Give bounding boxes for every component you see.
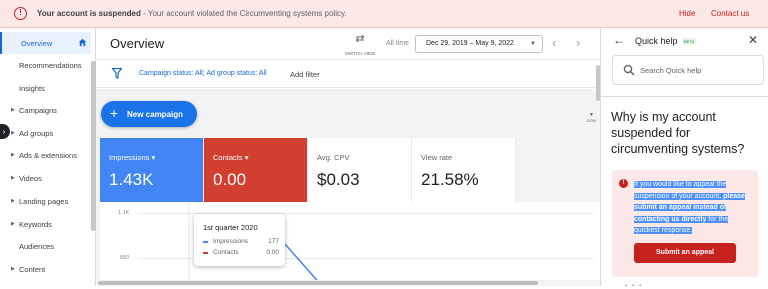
expand-arrow-icon: ▶ xyxy=(11,130,15,136)
close-icon[interactable]: ✕ xyxy=(748,33,758,47)
sidebar-item-campaigns[interactable]: ▶ Campaigns xyxy=(0,99,91,121)
metric-value: $0.03 xyxy=(317,170,360,189)
switch-view-button[interactable]: ⇄ SWITCH VIEW xyxy=(340,33,380,56)
expand-arrow-icon: ▶ xyxy=(11,198,15,204)
date-preset-label: All time xyxy=(386,40,409,47)
expand-arrow-icon: ▶ xyxy=(11,175,15,181)
banner-title: Your account is suspended xyxy=(37,9,141,18)
sidebar-item-overview[interactable]: Overview xyxy=(0,32,91,54)
sidebar-item-label: Videos xyxy=(19,173,42,183)
sidebar-item-label: Ads & extensions xyxy=(19,150,77,160)
expand-arrow-icon: ▶ xyxy=(11,266,15,272)
add-filter-button[interactable]: Add filter xyxy=(290,70,320,79)
metric-card-view-rate[interactable]: View rate 21.58% xyxy=(412,138,516,202)
dropdown-arrow-icon: ▼ xyxy=(530,41,536,47)
chart-tooltip: 1st quarter 2020 Impressions 177 Contact… xyxy=(194,214,285,266)
banner-detail: - Your account violated the Circumventin… xyxy=(140,9,347,18)
alert-icon: ! xyxy=(14,7,27,20)
filter-bar: Campaign status: All; Ad group status: A… xyxy=(96,60,600,88)
status-filter-text[interactable]: Campaign status: All; Ad group status: A… xyxy=(139,70,267,77)
metric-value: 21.58% xyxy=(421,170,479,189)
tooltip-title: 1st quarter 2020 xyxy=(203,223,258,232)
collapsed-action-label: DON xyxy=(587,118,596,123)
sidebar-item-landing-pages[interactable]: ▶ Landing pages xyxy=(0,190,91,212)
appeal-notice-text: If you would like to appeal the suspensi… xyxy=(634,179,750,237)
appeal-notice: ! If you would like to appeal the suspen… xyxy=(612,170,758,277)
header-bar: Overview ⇄ SWITCH VIEW All time Dec 29, … xyxy=(96,28,600,60)
hide-link[interactable]: Hide xyxy=(679,9,695,18)
page-title: Overview xyxy=(110,36,165,51)
help-article-title: Why is my account suspended for circumve… xyxy=(611,110,745,156)
sidebar-item-audiences[interactable]: Audiences xyxy=(0,235,91,257)
legend-swatch xyxy=(203,241,208,243)
back-arrow-icon[interactable]: ← xyxy=(613,33,625,47)
chart-plot xyxy=(188,202,323,286)
expand-arrow-icon: ▶ xyxy=(11,221,15,227)
horizontal-scrollbar[interactable] xyxy=(96,280,600,286)
contact-us-link[interactable]: Contact us xyxy=(711,9,749,18)
metric-name: Contacts ▾ xyxy=(213,153,249,162)
sidebar-item-label: Landing pages xyxy=(19,196,69,206)
suspension-banner: ! Your account is suspended - Your accou… xyxy=(0,0,768,28)
main-content: Overview ⇄ SWITCH VIEW All time Dec 29, … xyxy=(96,28,600,286)
new-campaign-label: New campaign xyxy=(127,110,184,119)
more-content-indicator: • • • xyxy=(625,283,644,289)
sidebar-item-label: Ad groups xyxy=(19,128,54,138)
sidebar-item-label: Overview xyxy=(21,38,53,48)
performance-chart: 1.1K 550 xyxy=(100,202,600,286)
legend-swatch xyxy=(203,252,208,254)
metric-card-contacts[interactable]: Contacts ▾ 0.00 xyxy=(204,138,308,202)
expand-arrow-icon: ▶ xyxy=(11,152,15,158)
collapsed-action[interactable]: ▼ DON xyxy=(587,112,596,123)
swap-arrows-icon: ⇄ xyxy=(355,33,365,45)
tooltip-series-value: 177 xyxy=(268,238,279,245)
search-icon xyxy=(623,64,635,76)
metric-name: View rate xyxy=(421,153,453,162)
banner-message: Your account is suspended - Your account… xyxy=(37,9,347,18)
next-period-chevron-icon[interactable]: › xyxy=(576,35,580,50)
sidebar-item-content[interactable]: ▶ Content xyxy=(0,258,91,280)
sidebar-item-label: Campaigns xyxy=(19,105,57,115)
sidebar-item-ads-extensions[interactable]: ▶ Ads & extensions xyxy=(0,144,91,166)
metric-card-avg-cpv[interactable]: Avg. CPV $0.03 xyxy=(308,138,412,202)
sidebar-item-insights[interactable]: Insights xyxy=(0,77,91,99)
divider xyxy=(601,96,768,97)
metric-value: 0.00 xyxy=(213,170,247,189)
tooltip-series-name: Contacts xyxy=(213,249,239,256)
new-campaign-button[interactable]: + New campaign xyxy=(101,101,197,127)
sidebar-item-label: Content xyxy=(19,264,46,274)
date-range-value: Dec 29, 2019 – May 9, 2022 xyxy=(426,40,514,47)
sidebar-item-label: Keywords xyxy=(19,219,52,229)
tooltip-series-value: 0.00 xyxy=(266,249,279,256)
tooltip-series-name: Impressions xyxy=(213,238,249,245)
sidebar-item-videos[interactable]: ▶ Videos xyxy=(0,167,91,189)
sidebar-item-label: Recommendations xyxy=(19,60,82,70)
quick-help-panel: ← Quick help BETA ✕ Search Quick help Wh… xyxy=(600,28,768,289)
metric-name: Avg. CPV xyxy=(317,153,350,162)
filter-icon[interactable] xyxy=(112,68,122,79)
previous-period-chevron-icon[interactable]: ‹ xyxy=(552,35,556,50)
panel-title: Quick help xyxy=(635,36,678,46)
home-icon xyxy=(78,38,87,47)
notice-text-part: If you would like to appeal the suspensi… xyxy=(634,181,727,200)
sidebar-item-label: Insights xyxy=(19,83,45,93)
plus-icon: + xyxy=(110,105,119,121)
sidebar-item-label: Audiences xyxy=(19,241,55,251)
search-placeholder: Search Quick help xyxy=(640,66,702,75)
metric-card-impressions[interactable]: Impressions ▾ 1.43K xyxy=(100,138,204,202)
metric-value: 1.43K xyxy=(109,170,154,189)
scrollbar-thumb[interactable] xyxy=(98,281,538,285)
sidebar-item-recommendations[interactable]: Recommendations xyxy=(0,54,91,76)
switch-view-label: SWITCH VIEW xyxy=(344,51,376,56)
beta-badge: BETA xyxy=(682,38,697,45)
sidebar-item-ad-groups[interactable]: ▶ Ad groups xyxy=(0,122,91,144)
sidebar-item-keywords[interactable]: ▶ Keywords xyxy=(0,213,91,235)
metric-name: Impressions ▾ xyxy=(109,153,156,162)
submit-appeal-button[interactable]: Submit an appeal xyxy=(634,243,736,263)
error-icon: ! xyxy=(619,179,628,188)
quick-help-search-input[interactable]: Search Quick help xyxy=(612,55,764,85)
sidebar-nav: Overview Recommendations Insights ▶ Camp… xyxy=(0,28,96,286)
expand-arrow-icon: ▶ xyxy=(11,107,15,113)
date-range-picker[interactable]: Dec 29, 2019 – May 9, 2022 ▼ xyxy=(415,35,543,53)
